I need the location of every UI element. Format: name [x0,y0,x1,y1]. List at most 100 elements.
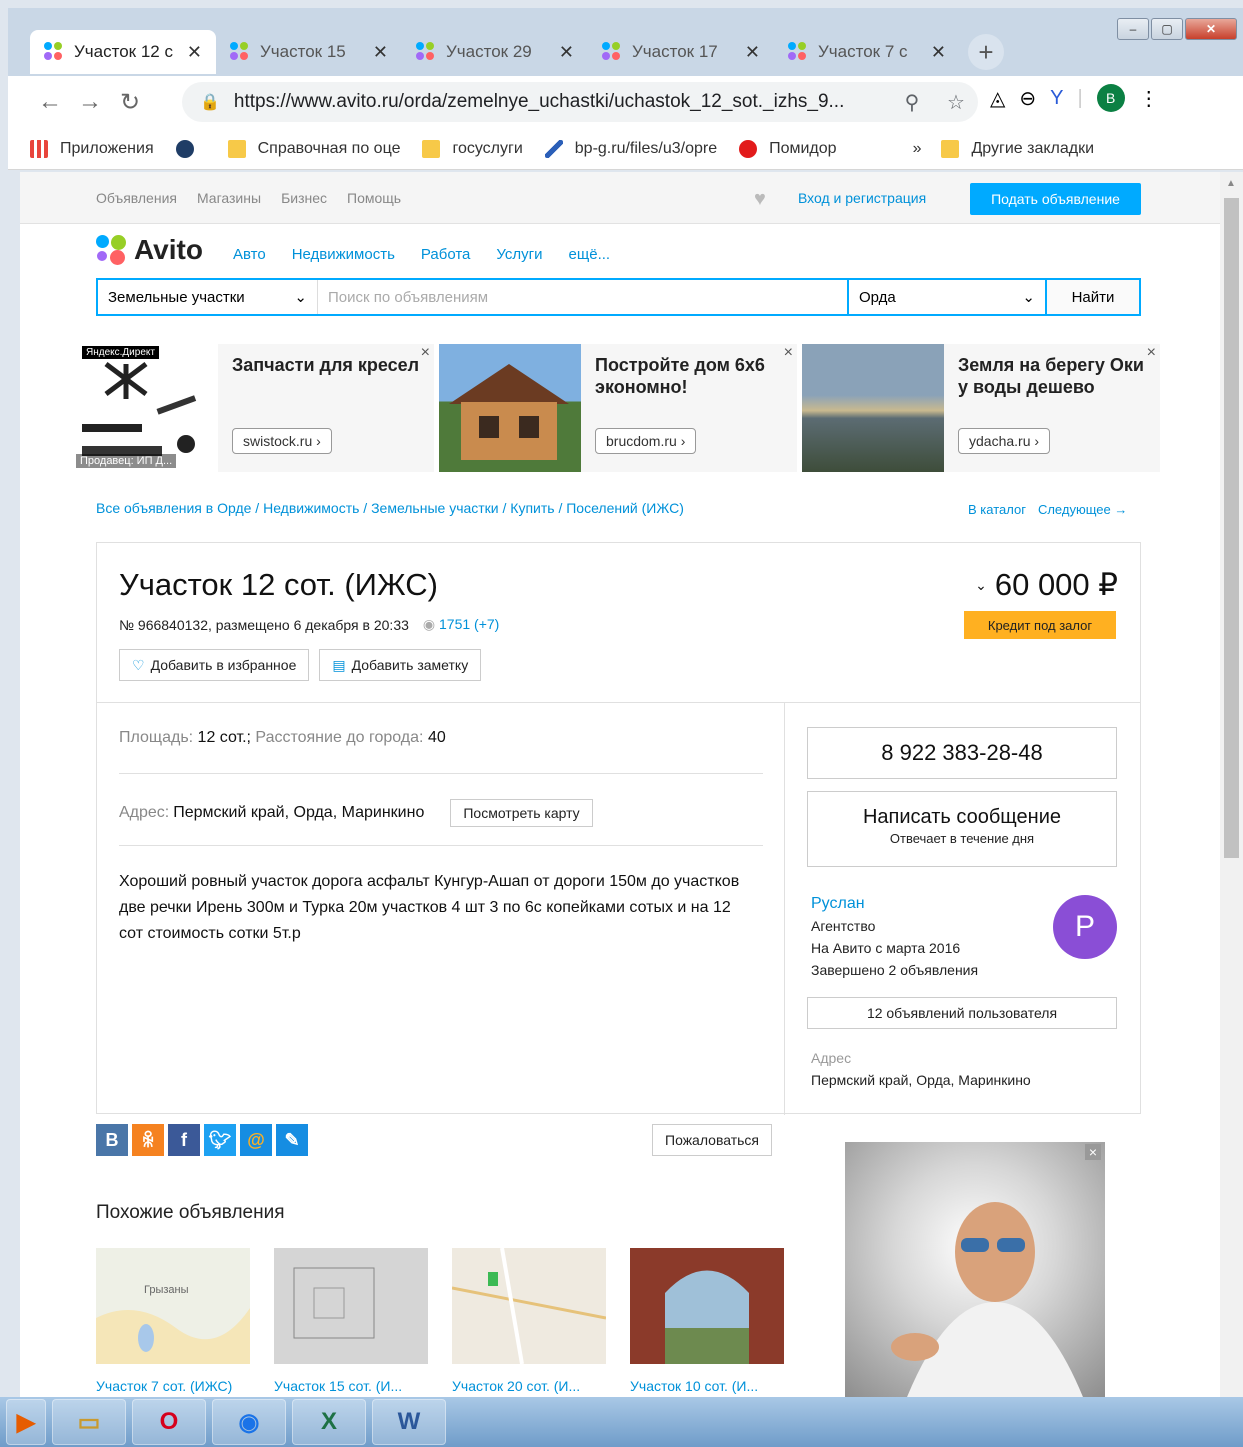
add-note-button[interactable]: ▤ Добавить заметку [319,649,482,681]
bookmark-other[interactable]: Другие закладки [941,139,1094,158]
excel-icon[interactable]: X [292,1399,366,1445]
next-ad-link[interactable]: Следующее → [1038,502,1127,517]
category-more[interactable]: ещё... [569,246,611,263]
ad-title[interactable]: Запчасти для кресел [232,354,420,376]
avito-logo[interactable]: Avito [96,234,203,266]
ad-close-icon[interactable]: × [1085,1144,1101,1160]
extension-drop-icon[interactable]: ◬ [990,86,1005,111]
new-tab-button[interactable]: + [968,34,1004,70]
close-tab-icon[interactable]: ✕ [187,42,202,63]
favorites-heart-icon[interactable]: ♥ [754,188,766,211]
address-bar[interactable]: 🔒 https://www.avito.ru/orda/zemelnye_uch… [182,82,978,122]
tab-1[interactable]: Участок 12 с ✕ [30,30,216,74]
word-icon[interactable]: W [372,1399,446,1445]
complain-button[interactable]: Пожаловаться [652,1124,773,1156]
category-realty[interactable]: Недвижимость [292,246,395,263]
close-tab-icon[interactable]: ✕ [373,42,388,63]
facebook-share-icon[interactable]: f [168,1124,200,1156]
breadcrumb[interactable]: Все объявления в Орде / Недвижимость / З… [96,500,684,516]
chrome-icon[interactable]: ◉ [212,1399,286,1445]
profile-avatar[interactable]: B [1096,84,1125,112]
category-select[interactable]: Земельные участки ⌄ [98,280,318,314]
bookmark-bp-g[interactable]: bp-g.ru/files/u3/opre [544,139,717,158]
livejournal-share-icon[interactable]: ✎ [276,1124,308,1156]
write-message-button[interactable]: Написать сообщение Отвечает в течение дн… [807,791,1117,867]
back-icon[interactable]: ← [30,88,70,116]
ad-chair-parts[interactable]: Яндекс.Директ Продавец: ИП Д... Запчасти… [76,344,434,472]
ad-close-icon[interactable]: × [1147,344,1156,362]
vk-share-icon[interactable]: В [96,1124,128,1156]
reload-icon[interactable]: ↻ [110,88,150,117]
ok-share-icon[interactable]: ꆜ [132,1124,164,1156]
similar-item[interactable]: Участок 10 сот. (И... [630,1248,784,1394]
map-thumbnail [452,1248,606,1364]
location-select[interactable]: Орда ⌄ [849,280,1047,314]
user-ads-button[interactable]: 12 объявлений пользователя [807,997,1117,1029]
scroll-up-icon[interactable]: ▲ [1226,178,1236,189]
minimize-button[interactable]: ‒ [1117,18,1149,40]
similar-item[interactable]: Участок 20 сот. (И... [452,1248,606,1394]
category-services[interactable]: Услуги [496,246,542,263]
login-link[interactable]: Вход и регистрация [798,190,926,206]
opera-icon[interactable]: O [132,1399,206,1445]
close-tab-icon[interactable]: ✕ [559,42,574,63]
maximize-button[interactable]: ▢ [1151,18,1183,40]
category-jobs[interactable]: Работа [421,246,471,263]
topnav-business[interactable]: Бизнес [281,190,327,206]
ad-domain-button[interactable]: brucdom.ru › [595,428,697,454]
media-player-icon[interactable]: ▶ [6,1399,46,1445]
close-tab-icon[interactable]: ✕ [745,42,760,63]
bookmark-folder-reference[interactable]: Справочная по оце [227,139,400,158]
bookmark-folder-gosuslugi[interactable]: госуслуги [422,139,523,158]
similar-item[interactable]: Участок 15 сот. (И... [274,1248,428,1394]
ad-house[interactable]: Постройте дом 6х6 экономно! brucdom.ru ›… [439,344,797,472]
search-button[interactable]: Найти [1047,280,1139,314]
side-ad-banner[interactable]: × [845,1142,1105,1397]
price-dropdown-icon[interactable]: ⌄ [975,577,987,594]
mailru-share-icon[interactable]: @ [240,1124,272,1156]
twitter-share-icon[interactable]: 🐦︎ [204,1124,236,1156]
zoom-icon[interactable]: ⚲ [890,90,934,115]
seller-name-link[interactable]: Руслан [811,893,978,915]
topnav-ads[interactable]: Объявления [96,190,177,206]
url-text[interactable]: https://www.avito.ru/orda/zemelnye_uchas… [234,91,890,113]
star-icon[interactable]: ☆ [934,90,978,115]
add-to-favorites-button[interactable]: ♡ Добавить в избранное [119,649,310,681]
bookmark-apps[interactable]: Приложения [30,139,154,158]
post-ad-button[interactable]: Подать объявление [970,183,1141,215]
ad-domain-button[interactable]: ydacha.ru › [958,428,1051,454]
search-input[interactable]: Поиск по объявлениям [318,280,849,314]
category-auto[interactable]: Авто [233,246,266,263]
ad-title[interactable]: Постройте дом 6х6 экономно! [595,354,783,398]
close-window-button[interactable]: ✕ [1185,18,1237,40]
ad-close-icon[interactable]: × [784,344,793,362]
ad-land[interactable]: Земля на берегу Оки у воды дешево ydacha… [802,344,1160,472]
credit-button[interactable]: Кредит под залог [964,611,1116,639]
to-catalog-link[interactable]: В каталог [968,502,1026,517]
seller-avatar[interactable]: P [1053,895,1117,959]
tab-2[interactable]: Участок 15 ✕ [216,30,402,74]
close-tab-icon[interactable]: ✕ [931,42,946,63]
topnav-help[interactable]: Помощь [347,190,401,206]
extension-y-icon[interactable]: Y [1050,87,1063,110]
phone-button[interactable]: 8 922 383-28-48 [807,727,1117,779]
search-placeholder: Поиск по объявлениям [328,288,489,306]
topnav-shops[interactable]: Магазины [197,190,261,206]
file-explorer-icon[interactable]: ▭ [52,1399,126,1445]
bookmarks-overflow-button[interactable]: » [913,140,922,158]
menu-icon[interactable]: ⋮ [1139,86,1159,111]
bookmark-pomidor[interactable]: Помидор [739,139,837,158]
tab-4[interactable]: Участок 17 ✕ [588,30,774,74]
view-map-button[interactable]: Посмотреть карту [450,799,593,827]
forward-icon[interactable]: → [70,88,110,116]
bookmark-extension[interactable] [175,139,206,158]
page-scrollbar[interactable]: ▲ [1220,172,1243,1397]
scrollbar-thumb[interactable] [1224,198,1239,858]
ad-close-icon[interactable]: × [421,344,430,362]
tab-5[interactable]: Участок 7 с ✕ [774,30,960,74]
ad-title[interactable]: Земля на берегу Оки у воды дешево [958,354,1146,398]
extension-sync-icon[interactable]: ⊖ [1019,86,1036,111]
ad-domain-button[interactable]: swistock.ru › [232,428,332,454]
tab-3[interactable]: Участок 29 ✕ [402,30,588,74]
similar-item[interactable]: Грызаны Участок 7 сот. (ИЖС) [96,1248,250,1394]
